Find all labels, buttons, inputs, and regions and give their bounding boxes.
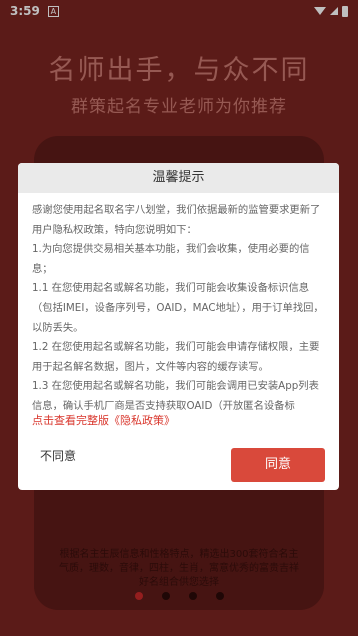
agree-button[interactable]: 同意: [231, 448, 325, 482]
dialog-paragraph: 1.1 在您使用起名或解名功能，我们可能会收集设备标识信息（包括IMEI，设备序…: [32, 282, 324, 334]
dialog-paragraph: 1.为向您提供交易相关基本功能，我们会收集，使用必要的信息；: [32, 243, 310, 275]
privacy-policy-link[interactable]: 点击查看完整版《隐私政策》: [32, 412, 175, 428]
privacy-dialog: 温馨提示 感谢您使用起名取名字八划堂，我们依据最新的监管要求更新了用户隐私权政策…: [18, 163, 339, 490]
dialog-body: 感谢您使用起名取名字八划堂，我们依据最新的监管要求更新了用户隐私权政策，特向您说…: [18, 193, 339, 415]
dialog-title: 温馨提示: [18, 163, 339, 193]
dialog-paragraph: 1.2 在您使用起名或解名功能，我们可能会申请存储权限，主要用于起名解名数据，图…: [32, 341, 320, 373]
dialog-paragraph: 感谢您使用起名取名字八划堂，我们依据最新的监管要求更新了用户隐私权政策，特向您说…: [32, 204, 321, 236]
dialog-paragraph: 1.3 在您使用起名或解名功能，我们可能会调用已安装App列表信息，确认手机厂商…: [32, 380, 319, 412]
dialog-footer: 不同意 同意: [18, 434, 339, 490]
disagree-button[interactable]: 不同意: [40, 447, 76, 464]
